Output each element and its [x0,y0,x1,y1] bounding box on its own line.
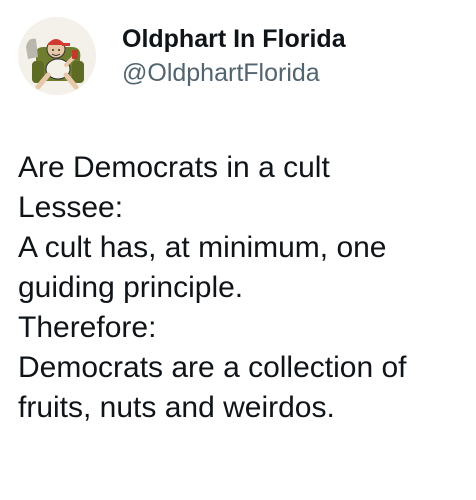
tweet-text-line: Democrats are a collection of [18,351,407,384]
tweet-header: Oldphart In Florida @OldphartFlorida [18,12,346,100]
cartoon-old-man-avatar-icon [18,17,96,95]
tweet-text-line: Therefore: [18,311,157,344]
author-display-name[interactable]: Oldphart In Florida [122,23,346,55]
tweet-text-line: A cult has, at minimum, one [18,231,387,264]
tweet-text-line: Lessee: [18,191,124,224]
tweet-text-line: guiding principle. [18,271,244,304]
author-handle[interactable]: @OldphartFlorida [122,57,346,89]
tweet-text: Are Democrats in a cult Lessee: A cult h… [18,148,468,428]
tweet-card: Oldphart In Florida @OldphartFlorida Are… [0,0,476,500]
author-info: Oldphart In Florida @OldphartFlorida [122,23,346,89]
tweet-text-line: Are Democrats in a cult [18,151,330,184]
tweet-text-line: fruits, nuts and weirdos. [18,391,335,424]
avatar[interactable] [18,17,96,95]
